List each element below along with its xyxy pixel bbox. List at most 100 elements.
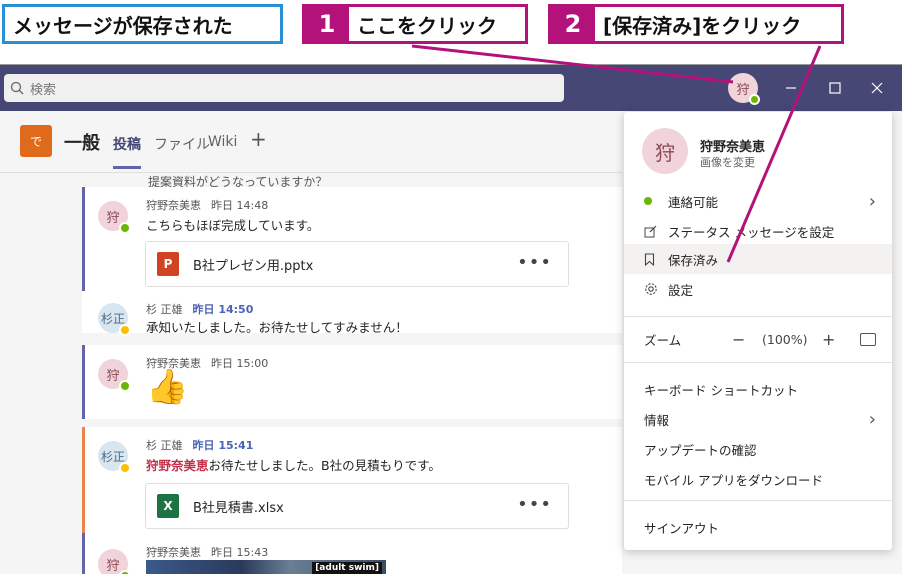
menu-item-label: サインアウト (644, 520, 720, 536)
thread-bar (82, 427, 85, 533)
step1-text: ここをクリック (357, 13, 497, 38)
step2-callout: 2 [保存済み]をクリック (548, 4, 844, 44)
mention[interactable]: 狩野奈美恵 (146, 458, 209, 473)
maximize-button[interactable] (824, 77, 846, 99)
menu-divider (624, 500, 892, 501)
menu-item-info[interactable]: 情報 › (624, 404, 892, 434)
step1-number: 1 (305, 7, 349, 41)
file-name: B社見積書.xlsx (193, 500, 284, 516)
author-avatar[interactable]: 狩 (98, 201, 131, 234)
menu-item-label: ズーム (644, 332, 682, 348)
more-options-button[interactable]: ••• (517, 252, 552, 273)
message-text: お待たせしました。B社の見積もりです。 (208, 458, 441, 473)
message-post[interactable]: 狩 狩野奈美恵 昨日 15:43 [adult swim] (82, 533, 622, 574)
author-name: 狩野奈美恵 (146, 199, 201, 212)
author-avatar[interactable]: 狩 (98, 549, 131, 574)
chevron-right-icon: › (868, 190, 876, 212)
minimize-button[interactable] (780, 77, 802, 99)
message-post[interactable]: 狩 狩野奈美恵 昨日 14:48 こちらもほぼ完成しています。 P B社プレゼン用… (82, 187, 622, 291)
avatar-initial: 狩 (736, 82, 750, 98)
menu-avatar[interactable]: 狩 (642, 128, 688, 174)
close-icon (871, 82, 883, 94)
avatar-initial: 狩 (655, 140, 675, 165)
menu-item-label: 保存済み (668, 252, 719, 268)
message-post[interactable]: 杉正 杉 正雄 昨日 14:50 承知いたしました。お待たせしてすみません！ (82, 291, 622, 336)
message-time: 昨日 14:50 (192, 303, 254, 316)
avatar-initial: 狩 (106, 368, 120, 384)
excel-icon: X (157, 494, 179, 518)
menu-item-label: アップデートの確認 (644, 442, 757, 458)
chevron-right-icon: › (868, 408, 876, 430)
menu-item-check-updates[interactable]: アップデートの確認 (624, 434, 892, 464)
menu-item-label: 情報 (644, 412, 670, 428)
author-name: 狩野奈美恵 (146, 546, 201, 559)
message-meta: 杉 正雄 昨日 14:50 (146, 301, 253, 317)
profile-avatar-button[interactable]: 狩 (728, 73, 760, 105)
thumbs-up-icon: 👍 (146, 367, 189, 407)
file-attachment[interactable]: P B社プレゼン用.pptx ••• (145, 241, 569, 287)
more-options-button[interactable]: ••• (517, 494, 552, 515)
video-label: [adult swim] (312, 562, 382, 574)
message-body: 承知いたしました。お待たせしてすみません！ (146, 320, 408, 335)
author-name: 杉 正雄 (146, 439, 183, 452)
zoom-in-button[interactable]: + (822, 330, 835, 349)
author-avatar[interactable]: 杉正 (98, 441, 131, 474)
message-body: 狩野奈美恵お待たせしました。B社の見積もりです。 (146, 455, 441, 474)
search-input[interactable]: 検索 (4, 74, 564, 102)
step2-number: 2 (551, 7, 595, 41)
menu-item-download-mobile[interactable]: モバイル アプリをダウンロード (624, 464, 892, 494)
search-icon (10, 81, 24, 95)
team-icon[interactable]: で (20, 125, 52, 157)
minimize-icon (786, 87, 796, 89)
thread-bar (82, 187, 85, 291)
menu-divider (624, 316, 892, 317)
menu-divider (624, 362, 892, 363)
presence-available-icon (119, 570, 131, 574)
presence-available-icon (119, 222, 131, 234)
message-time: 昨日 15:00 (211, 357, 269, 370)
avatar-initial: 狩 (106, 558, 120, 574)
message-list: 提案資料がどうなっていますか？ 狩 狩野奈美恵 昨日 14:48 こちらもほぼ完成… (0, 173, 622, 574)
author-avatar[interactable]: 杉正 (98, 303, 131, 336)
change-image-link[interactable]: 画像を変更 (700, 154, 755, 170)
step2-text: [保存済み]をクリック (603, 13, 802, 38)
message-body: こちらもほぼ完成しています。 (146, 218, 320, 233)
menu-item-settings[interactable]: 設定 (624, 274, 892, 304)
profile-menu: 狩 狩野奈美恵 画像を変更 連絡可能 › ステータス メッセージを設定 保存済み… (624, 112, 892, 550)
available-status-icon (644, 197, 658, 205)
menu-item-status[interactable]: 連絡可能 › (624, 186, 892, 216)
thread-bar (82, 345, 85, 419)
channel-header: で 一般 投稿 ファイル Wiki + (0, 111, 622, 173)
presence-available-icon (749, 94, 760, 105)
saved-callout-text: メッセージが保存された (13, 13, 233, 38)
message-post[interactable]: 狩 狩野奈美恵 昨日 15:00 👍 (82, 345, 622, 419)
menu-item-status-message[interactable]: ステータス メッセージを設定 (624, 216, 892, 246)
author-avatar[interactable]: 狩 (98, 359, 131, 392)
menu-item-saved[interactable]: 保存済み (624, 244, 892, 274)
title-bar: 検索 狩 (0, 65, 902, 111)
message-post[interactable]: 杉正 杉 正雄 昨日 15:41 狩野奈美恵お待たせしました。B社の見積もりです。… (82, 427, 622, 533)
tab-wiki[interactable]: Wiki (208, 134, 237, 150)
avatar-initial: 狩 (106, 210, 120, 226)
user-name: 狩野奈美恵 (700, 140, 766, 155)
file-name: B社プレゼン用.pptx (193, 258, 314, 274)
add-tab-button[interactable]: + (250, 127, 267, 151)
fullscreen-icon[interactable] (860, 332, 876, 346)
menu-item-zoom: ズーム − (100%) + (624, 324, 892, 354)
tab-files[interactable]: ファイル (154, 134, 210, 154)
step1-callout: 1 ここをクリック (302, 4, 528, 44)
message-meta: 狩野奈美恵 昨日 15:43 (146, 544, 268, 560)
presence-away-icon (119, 462, 131, 474)
saved-callout: メッセージが保存された (2, 4, 283, 44)
close-button[interactable] (866, 77, 888, 99)
search-placeholder: 検索 (30, 82, 57, 98)
video-thumbnail[interactable]: [adult swim] (146, 560, 386, 574)
menu-item-label: 設定 (668, 282, 694, 298)
message-time: 昨日 15:41 (192, 439, 254, 452)
menu-item-sign-out[interactable]: サインアウト (624, 512, 892, 542)
zoom-out-button[interactable]: − (732, 330, 745, 349)
tab-posts[interactable]: 投稿 (113, 134, 141, 169)
file-attachment[interactable]: X B社見積書.xlsx ••• (145, 483, 569, 529)
menu-item-shortcuts[interactable]: キーボード ショートカット (624, 374, 892, 404)
maximize-icon (829, 82, 841, 94)
